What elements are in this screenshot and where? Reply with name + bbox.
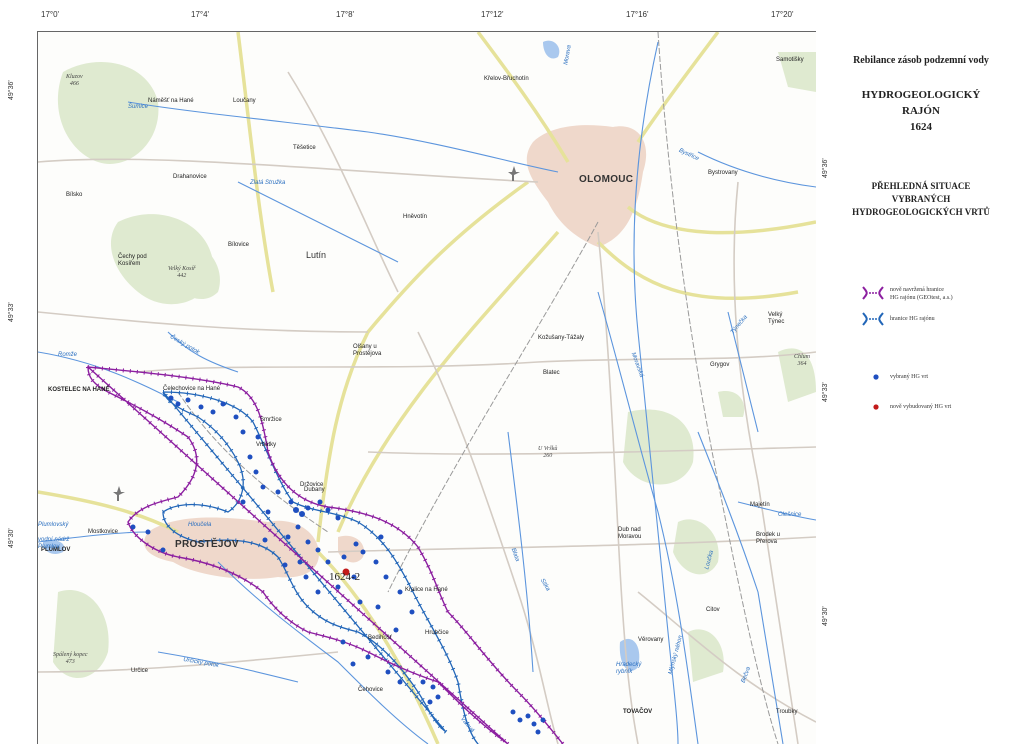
legend-hg-boundary: hranice HG rajónu <box>890 316 935 322</box>
place-label: Loučany <box>233 98 256 104</box>
place-label: Křelov-Břuchotín <box>484 76 529 82</box>
place-label: Troubky <box>776 709 798 715</box>
river-label: Olešnice <box>778 512 802 518</box>
hill-name: Chlum <box>794 354 811 360</box>
city-label: TOVAČOV <box>623 709 653 715</box>
legend-text: nově navržená hranice <box>890 287 944 293</box>
river-label: Hloučela <box>188 522 212 528</box>
map-sheet: 17°0' 17°4' 17°8' 17°12' 17°16' 17°20' 4… <box>0 0 1024 744</box>
city-label: OLOMOUC <box>579 174 634 185</box>
place-label: Velký Týnec <box>768 312 785 325</box>
place-label: Bílovice <box>228 242 250 248</box>
place-label: Kožušany-Tážaly <box>538 335 585 341</box>
river-label: Romže <box>58 352 78 358</box>
lon-tick: 17°0' <box>41 10 60 19</box>
panel-title: Rebilance zásob podzemní vody <box>853 55 989 66</box>
lat-tick: 49°33' <box>8 302 15 322</box>
panel-subtitle: PŘEHLEDNÁ SITUACE <box>871 181 971 191</box>
well-symbol <box>873 374 879 380</box>
place-label: Věrovany <box>638 637 664 643</box>
hill-label: U Vršků 260 <box>538 446 557 460</box>
legend-text: HG rajónu (GEOtest, a.s.) <box>890 295 953 301</box>
place-label: Dub nad Moravou <box>618 527 642 540</box>
place-label: Hněvotín <box>403 214 428 220</box>
panel-heading: RAJÓN <box>902 105 940 117</box>
hill-elevation: 364 <box>797 361 807 367</box>
river-label: Šumice <box>128 104 149 110</box>
hill-name: Velký Kosíř <box>168 266 196 272</box>
lat-tick: 49°30' <box>8 528 15 548</box>
place-label: Mostkovice <box>88 529 119 535</box>
place-label: Čechy pod Kosířem <box>118 254 147 267</box>
lon-tick: 17°8' <box>336 10 355 19</box>
legend-selected-well: vybraný HG vrt <box>890 374 928 380</box>
place-label: Grygov <box>710 362 730 368</box>
hg-boundary-symbol <box>862 312 884 326</box>
place-label: Majetín <box>750 502 770 508</box>
hill-label: Kluzov 466 <box>66 74 83 88</box>
place-label: Těšetice <box>293 145 316 151</box>
railways <box>177 32 779 744</box>
place-label: Samotišky <box>776 57 804 63</box>
hill-name: U Vršků <box>538 446 558 452</box>
new-well-symbol <box>873 404 879 410</box>
reservoir-label: vodní nádrž Plumlov <box>38 537 70 550</box>
legend-new-well: nově vybudovaný HG vrt <box>890 404 952 410</box>
place-label: Držovice <box>300 482 324 488</box>
hill-elevation: 260 <box>543 453 553 459</box>
lon-tick: 17°12' <box>481 10 504 19</box>
hill-label: Velký Kosíř 442 <box>168 266 196 280</box>
lon-tick: 17°16' <box>626 10 649 19</box>
new-boundary-symbol <box>862 286 884 300</box>
new-well-label: 1624-2 <box>329 571 361 583</box>
map-area[interactable]: OLOMOUC PROSTĚJOV KOSTELEC NA HANÉ PLUML… <box>37 31 816 744</box>
lat-tick: 49°36' <box>8 80 15 100</box>
hill-elevation: 466 <box>69 81 79 87</box>
title-panel: Rebilance zásob podzemní vody HYDROGEOLO… <box>818 31 1024 743</box>
place-label: Olšany u Prostějova <box>353 344 382 357</box>
place-label: Určice <box>131 668 149 674</box>
map-canvas <box>38 32 816 744</box>
place-label: Smržice <box>260 417 282 423</box>
place-label: Náměšť na Hané <box>148 98 194 104</box>
place-label: Drahanovice <box>173 174 207 180</box>
place-label: Vrbátky <box>256 442 277 448</box>
panel-subtitle: HYDROGEOLOGICKÝCH VRTŮ <box>852 207 990 217</box>
secondary-roads <box>38 71 816 744</box>
place-label: Kralice na Hané <box>405 587 448 593</box>
hill-elevation: 442 <box>177 273 187 279</box>
hill-name: Kluzov <box>66 74 83 80</box>
place-label: Citov <box>706 607 720 613</box>
place-label: Bílsko <box>66 192 83 198</box>
place-label: Bystrovany <box>708 170 738 176</box>
hill-elevation: 473 <box>65 659 75 665</box>
place-label: Čehovice <box>358 687 384 693</box>
place-label: Blatec <box>543 370 560 376</box>
river-label: Zlatá Stružka <box>250 180 286 186</box>
panel-heading: 1624 <box>910 121 932 133</box>
pond-label: Hradecký rybník <box>616 662 642 675</box>
city-label: PROSTĚJOV <box>175 539 239 550</box>
hill-name: Spálený kopec <box>53 652 88 658</box>
panel-heading: HYDROGEOLOGICKÝ <box>861 89 981 101</box>
city-label: Lutín <box>306 250 327 260</box>
place-label: Bedihošť <box>368 635 392 641</box>
legend-new-boundary: nově navržená hranice HG rajónu (GEOtest… <box>890 286 953 302</box>
panel-subtitle: VYBRANÝCH <box>891 194 951 204</box>
lon-tick: 17°20' <box>771 10 794 19</box>
airport-symbols <box>113 166 520 501</box>
lon-tick: 17°4' <box>191 10 210 19</box>
place-label: Čelechovice na Hané <box>163 386 221 392</box>
place-label: Hrubčice <box>425 630 449 636</box>
hill-label: Chlum 364 <box>794 354 810 368</box>
hill-label: Spálený kopec 473 <box>53 652 87 666</box>
river-label: Plumlovský <box>38 522 69 528</box>
place-label: Brodek u Přerova <box>756 532 781 545</box>
city-label: KOSTELEC NA HANÉ <box>48 387 110 393</box>
